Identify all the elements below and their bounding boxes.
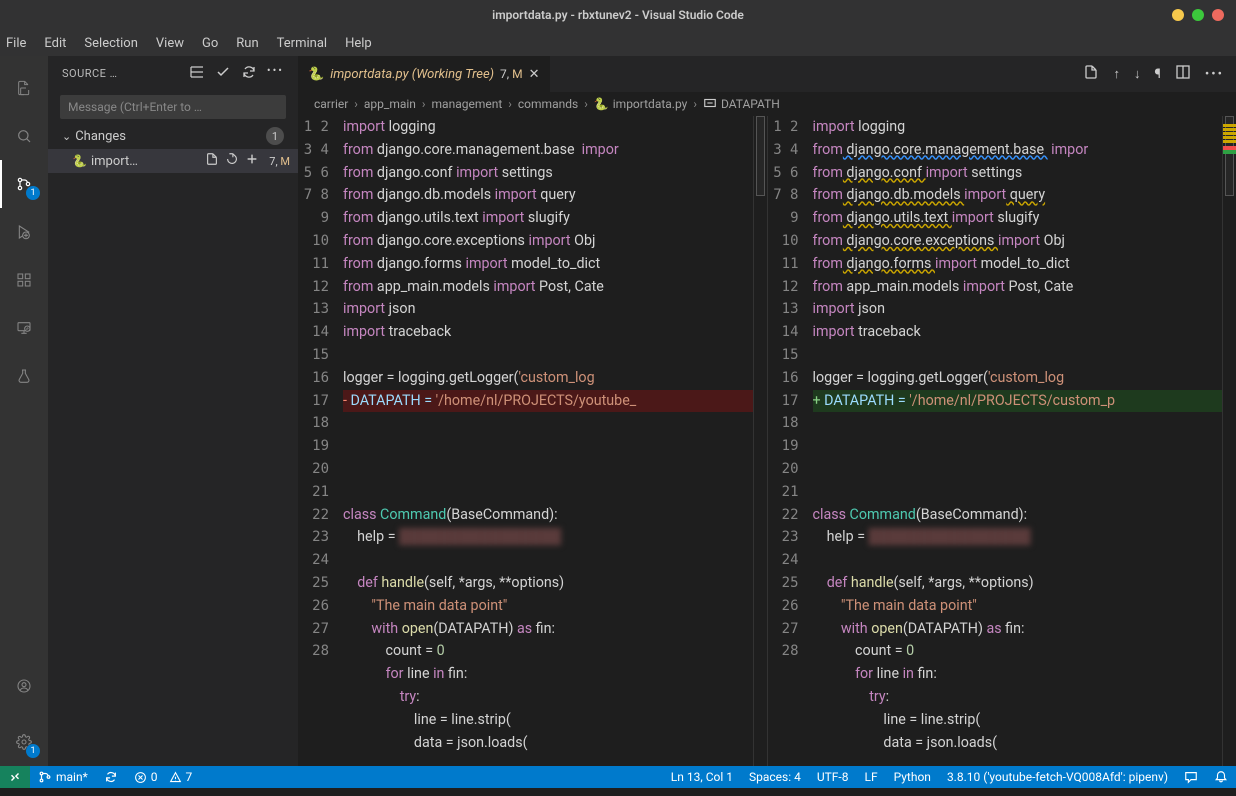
tab-label: importdata.py (Working Tree): [330, 67, 494, 82]
indent-status[interactable]: Spaces: 4: [741, 770, 809, 784]
refresh-icon[interactable]: [241, 64, 257, 83]
testing-icon[interactable]: [0, 352, 48, 400]
bc-symbol[interactable]: DATAPATH: [721, 97, 780, 111]
bc-appmain[interactable]: app_main: [364, 97, 416, 111]
bc-carrier[interactable]: carrier: [314, 97, 348, 111]
changes-count-badge: 1: [266, 127, 284, 145]
file-modified-badge: M: [280, 155, 290, 168]
code-right[interactable]: import logging from django.core.manageme…: [813, 116, 1236, 754]
scm-badge: 1: [26, 186, 40, 200]
run-debug-icon[interactable]: [0, 208, 48, 256]
activity-bar: 1 1: [0, 56, 48, 766]
menu-selection[interactable]: Selection: [84, 36, 137, 51]
maximize-icon[interactable]: [1192, 9, 1204, 21]
python-file-icon: 🐍: [594, 97, 609, 111]
settings-gear-icon[interactable]: 1: [0, 718, 48, 766]
gutter-left: 1 2 3 4 5 6 7 8 9 10 11 12 13 14 15 16 1…: [298, 116, 343, 754]
prev-change-icon[interactable]: ↑: [1113, 66, 1120, 82]
menu-terminal[interactable]: Terminal: [277, 36, 327, 51]
tab-importdata-diff[interactable]: 🐍 importdata.py (Working Tree) 7, M ✕: [298, 56, 551, 92]
scm-message-input[interactable]: Message (Ctrl+Enter to …: [60, 95, 286, 119]
sidebar-title: SOURCE …: [62, 67, 183, 80]
python-file-icon: 🐍: [72, 154, 87, 168]
diff-modified-pane[interactable]: 1 2 3 4 5 6 7 8 9 10 11 12 13 14 15 16 1…: [768, 116, 1236, 766]
more-icon[interactable]: •••: [267, 64, 284, 83]
tab-close-icon[interactable]: ✕: [529, 67, 540, 82]
language-status[interactable]: Python: [886, 770, 939, 784]
diff-view: 1 2 3 4 5 6 7 8 9 10 11 12 13 14 15 16 1…: [298, 116, 1236, 766]
breadcrumb[interactable]: carrier› app_main› management› commands›…: [298, 92, 1236, 116]
open-file-icon[interactable]: [205, 152, 219, 170]
window-controls: [1172, 9, 1224, 21]
bc-commands[interactable]: commands: [518, 97, 578, 111]
tab-stat-num: 7,: [500, 67, 509, 81]
extensions-icon[interactable]: [0, 256, 48, 304]
menu-edit[interactable]: Edit: [44, 36, 66, 51]
split-editor-icon[interactable]: [1175, 64, 1191, 84]
diff-original-pane[interactable]: 1 2 3 4 5 6 7 8 9 10 11 12 13 14 15 16 1…: [298, 116, 767, 766]
more-actions-icon[interactable]: •••: [1205, 67, 1224, 82]
bc-management[interactable]: management: [432, 97, 503, 111]
menu-help[interactable]: Help: [345, 36, 372, 51]
code-left[interactable]: import logging from django.core.manageme…: [343, 116, 767, 754]
sidebar: SOURCE … ••• Message (Ctrl+Enter to … ⌄ …: [48, 56, 298, 766]
menu-view[interactable]: View: [156, 36, 184, 51]
open-file-icon[interactable]: [1083, 64, 1099, 84]
file-name: import…: [91, 154, 138, 169]
menu-run[interactable]: Run: [236, 36, 258, 51]
cursor-position[interactable]: Ln 13, Col 1: [663, 770, 741, 784]
window-title: importdata.py - rbxtunev2 - Visual Studi…: [492, 8, 744, 22]
remote-indicator[interactable]: [0, 766, 30, 788]
explorer-icon[interactable]: [0, 64, 48, 112]
chevron-down-icon: ⌄: [62, 130, 71, 143]
source-control-icon[interactable]: 1: [0, 160, 48, 208]
python-file-icon: 🐍: [308, 67, 324, 82]
scm-changes-section[interactable]: ⌄ Changes 1: [48, 123, 298, 149]
branch-status[interactable]: main*: [30, 766, 96, 788]
eol-status[interactable]: LF: [856, 770, 885, 784]
sync-status[interactable]: [96, 766, 126, 788]
sidebar-header: SOURCE … •••: [48, 56, 298, 91]
account-icon[interactable]: [0, 662, 48, 710]
commit-check-icon[interactable]: [215, 64, 231, 83]
close-icon[interactable]: [1212, 9, 1224, 21]
encoding-status[interactable]: UTF-8: [809, 770, 857, 784]
minimize-icon[interactable]: [1172, 9, 1184, 21]
bc-file[interactable]: importdata.py: [613, 97, 688, 111]
tab-modified-badge: M: [512, 67, 522, 81]
python-interpreter[interactable]: 3.8.10 ('youtube-fetch-VQ008Afd': pipenv…: [939, 770, 1176, 784]
remote-explorer-icon[interactable]: [0, 304, 48, 352]
scm-file-row[interactable]: 🐍 import… 7, M: [48, 149, 298, 173]
stage-plus-icon[interactable]: [245, 152, 259, 170]
symbol-constant-icon: [703, 96, 717, 113]
menu-go[interactable]: Go: [202, 36, 218, 51]
menubar: File Edit Selection View Go Run Terminal…: [0, 30, 1236, 56]
view-as-tree-icon[interactable]: [189, 64, 205, 83]
menu-file[interactable]: File: [6, 36, 26, 51]
settings-badge: 1: [26, 744, 40, 758]
editor-area: 🐍 importdata.py (Working Tree) 7, M ✕ ↑ …: [298, 56, 1236, 766]
problems-status[interactable]: 0 7: [126, 766, 200, 788]
changes-label: Changes: [75, 129, 126, 144]
feedback-icon[interactable]: [1176, 770, 1206, 784]
statusbar: main* 0 7 Ln 13, Col 1 Spaces: 4 UTF-8 L…: [0, 766, 1236, 788]
next-change-icon[interactable]: ↓: [1134, 66, 1141, 82]
whitespace-icon[interactable]: ¶: [1154, 67, 1160, 82]
tabbar: 🐍 importdata.py (Working Tree) 7, M ✕ ↑ …: [298, 56, 1236, 92]
file-stat-num: 7,: [269, 155, 277, 168]
editor-toolbar: ↑ ↓ ¶ •••: [1071, 56, 1236, 92]
minimap-left[interactable]: [753, 116, 767, 766]
search-icon[interactable]: [0, 112, 48, 160]
notifications-icon[interactable]: [1206, 770, 1236, 784]
minimap-right[interactable]: [1222, 116, 1236, 766]
main-area: 1 1 SOURCE … ••• Message (Ctrl+Enter to …: [0, 56, 1236, 766]
titlebar: importdata.py - rbxtunev2 - Visual Studi…: [0, 0, 1236, 30]
gutter-right: 1 2 3 4 5 6 7 8 9 10 11 12 13 14 15 16 1…: [768, 116, 813, 754]
discard-icon[interactable]: [225, 152, 239, 170]
